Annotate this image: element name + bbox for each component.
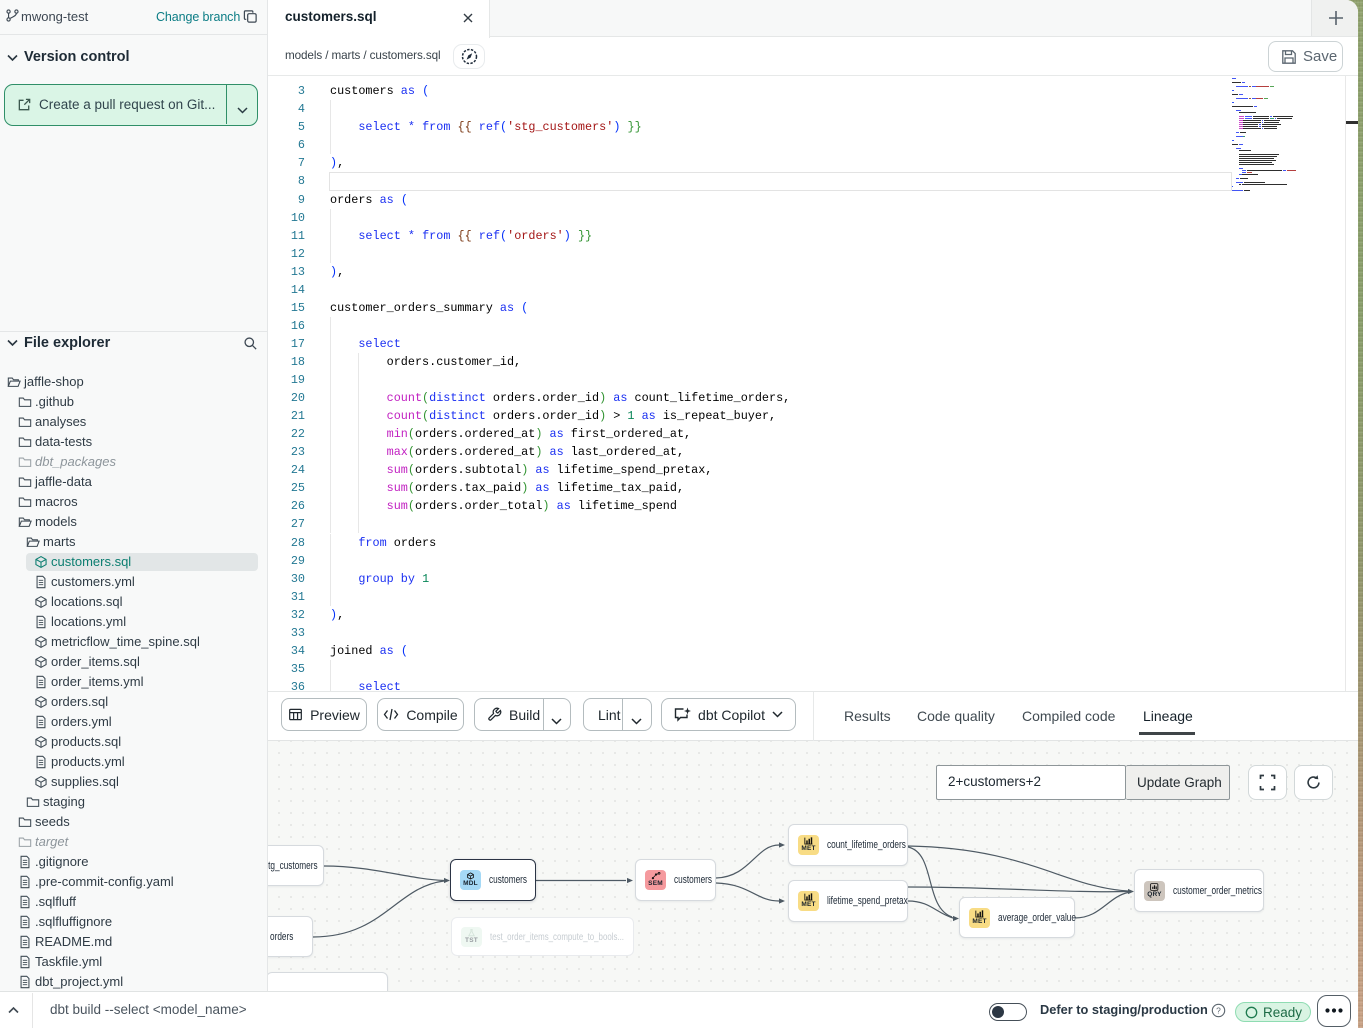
svg-text:?: ? — [1216, 1005, 1221, 1015]
